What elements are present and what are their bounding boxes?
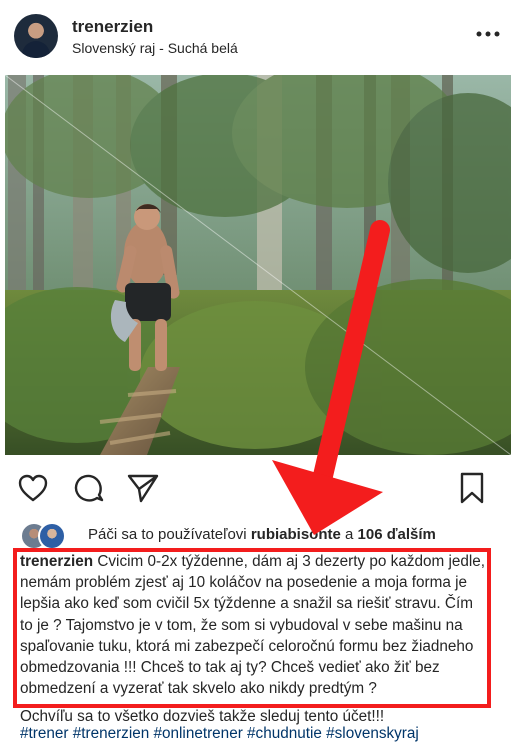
more-horizontal-icon[interactable] <box>476 22 500 46</box>
likes-summary[interactable]: Páči sa to používateľovi rubiabisonte a … <box>20 520 500 550</box>
profile-username[interactable]: trenerzien <box>72 17 153 37</box>
heart-icon[interactable] <box>16 471 50 505</box>
post-header: trenerzien Slovenský raj - Suchá belá <box>0 0 516 72</box>
comment-icon[interactable] <box>72 471 106 505</box>
location-link[interactable]: Slovenský raj - Suchá belá <box>72 40 238 56</box>
post-actions <box>0 465 516 509</box>
caption-hashtags[interactable]: #trener #trenerzien #onlinetrener #chudn… <box>20 724 510 744</box>
liker-avatar <box>38 522 66 550</box>
likes-joiner: a <box>345 525 354 543</box>
caption-username[interactable]: trenerzien <box>20 553 93 570</box>
liker-username[interactable]: rubiabisonte <box>251 526 341 543</box>
caption-text: Cvicim 0-2x týždenne, dám aj 3 dezerty p… <box>20 553 486 698</box>
post-photo[interactable] <box>5 75 511 455</box>
profile-avatar[interactable] <box>14 14 58 58</box>
send-icon[interactable] <box>126 471 160 505</box>
liker-avatars <box>20 520 76 550</box>
likes-prefix: Páči sa to používateľovi <box>88 525 247 543</box>
likes-count[interactable]: 106 ďalším <box>358 526 436 543</box>
post-caption: trenerzien Cvicim 0-2x týždenne, dám aj … <box>13 551 486 699</box>
bookmark-icon[interactable] <box>455 471 489 505</box>
